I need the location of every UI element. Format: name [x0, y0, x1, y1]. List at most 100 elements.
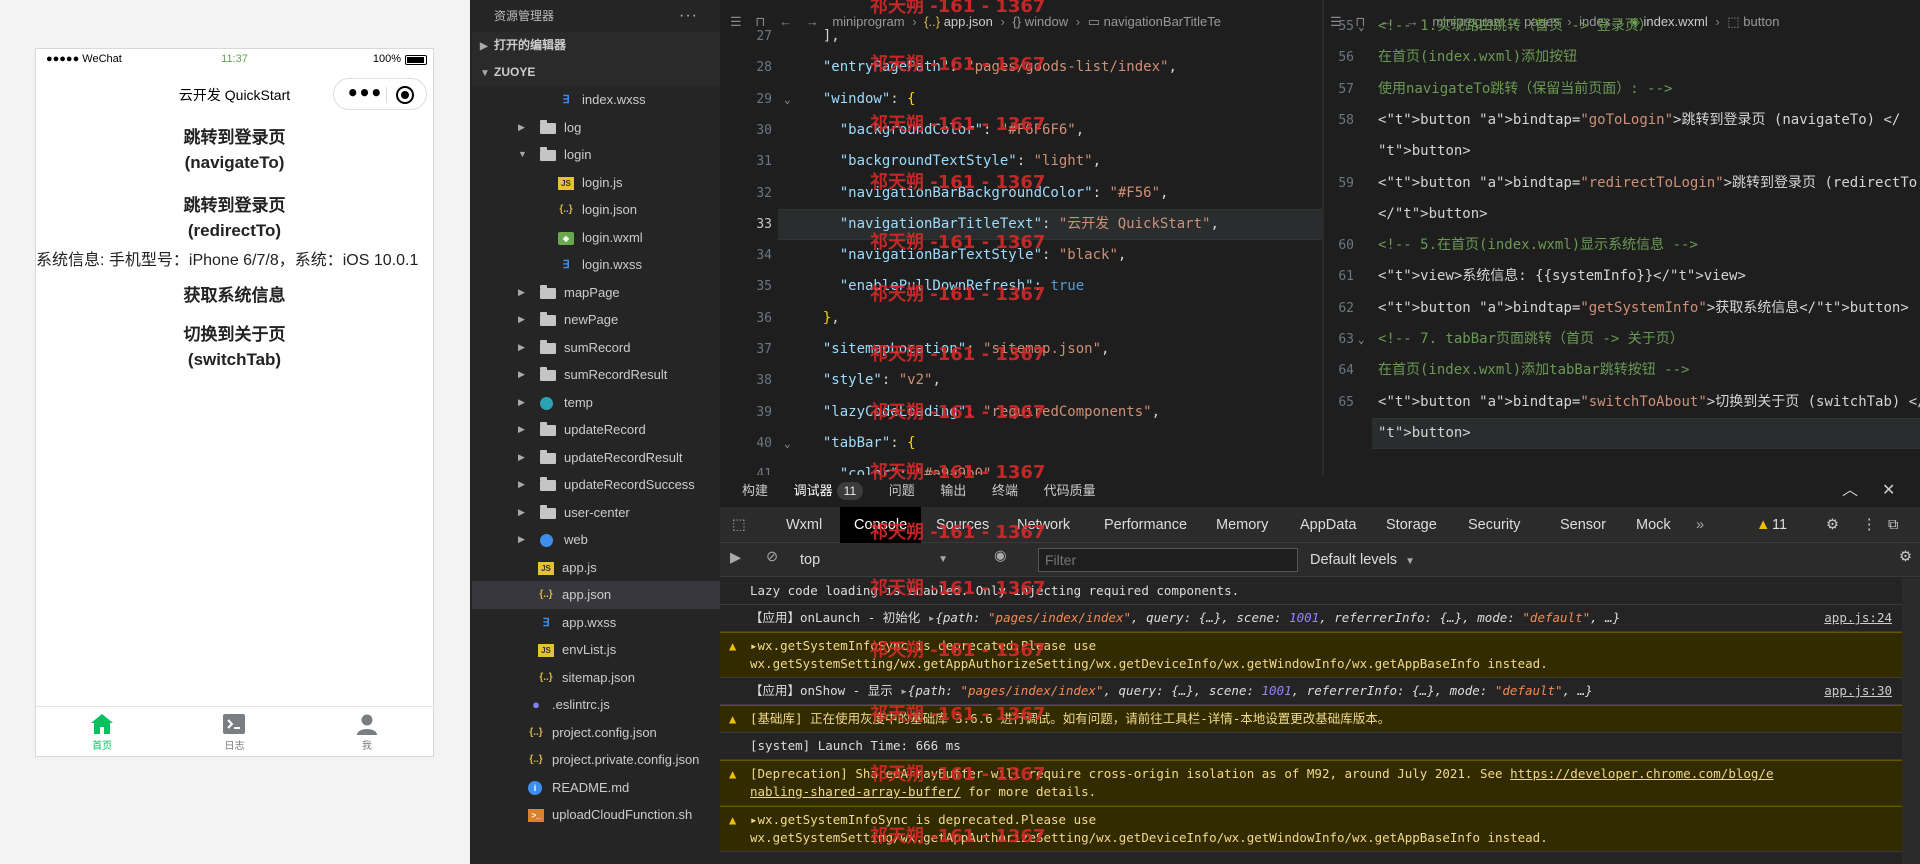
doc-link[interactable]: https://developer.chrome.com/blog/e	[1510, 766, 1773, 781]
gear-icon[interactable]: ⚙	[1826, 507, 1839, 543]
tree-item-project-private-config-json[interactable]: {..} project.private.config.json	[472, 746, 720, 774]
console-warning[interactable]: ▲ [Deprecation] SharedArrayBuffer will re…	[720, 760, 1902, 806]
source-link[interactable]: app.js:24	[1824, 609, 1892, 627]
tab-me[interactable]: 我	[301, 707, 433, 756]
tree-item-sumrecord[interactable]: ▶ sumRecord	[472, 334, 720, 362]
breadcrumb-item[interactable]: navigationBarTitleTe	[1104, 14, 1221, 29]
tree-item-app-js[interactable]: JS app.js	[472, 554, 720, 582]
tree-item-login-wxml[interactable]: ◈ login.wxml	[472, 224, 720, 252]
tab-wxml[interactable]: Wxml	[786, 507, 822, 543]
editor-index-wxml[interactable]: ☰ ⊓ ← → miniprogram › pages › index › ◈ …	[1324, 0, 1920, 475]
switch-to-about-button[interactable]: 切换到关于页 (switchTab)	[36, 322, 433, 372]
tree-item-index-wxss[interactable]: ∃ index.wxss	[472, 86, 720, 114]
doc-link[interactable]: nabling-shared-array-buffer/	[750, 784, 961, 799]
tab-mock[interactable]: Mock	[1636, 507, 1671, 543]
dock-icon[interactable]: ⧉	[1888, 507, 1898, 543]
breadcrumb-item[interactable]: index.wxml	[1643, 14, 1707, 29]
tree-item-newpage[interactable]: ▶ newPage	[472, 306, 720, 334]
fold-chevron-icon[interactable]: ⌄	[784, 437, 791, 450]
tree-item-sitemap-json[interactable]: {..} sitemap.json	[472, 664, 720, 692]
inspect-element-icon[interactable]: ⬚	[732, 507, 746, 543]
tab-log[interactable]: 日志	[168, 707, 300, 756]
console-message[interactable]: 【应用】onLaunch - 初始化 ▸{path: "pages/index/…	[720, 605, 1902, 632]
tree-item-sumrecordresult[interactable]: ▶ sumRecordResult	[472, 361, 720, 389]
console-warning[interactable]: ▲ ▸wx.getSystemInfoSync is deprecated.Ple…	[720, 806, 1902, 852]
console-output[interactable]: Lazy code loading is enabled. Only injec…	[720, 578, 1902, 864]
more-icon[interactable]: •••	[344, 83, 384, 103]
tree-item-updaterecordsuccess[interactable]: ▶ updateRecordSuccess	[472, 471, 720, 499]
breadcrumb-item[interactable]: app.json	[944, 14, 993, 29]
tab-code-quality[interactable]: 代码质量	[1044, 475, 1096, 507]
breadcrumb-item[interactable]: window	[1025, 14, 1068, 29]
tree-item-login-js[interactable]: JS login.js	[472, 169, 720, 197]
tab-problems[interactable]: 问题	[889, 475, 915, 507]
tree-item-login-wxss[interactable]: ∃ login.wxss	[472, 251, 720, 279]
warning-icon[interactable]: ▲	[1756, 507, 1770, 543]
tab-sensor[interactable]: Sensor	[1560, 507, 1606, 543]
tab-debugger[interactable]: 调试器 11	[794, 475, 864, 507]
breadcrumb-item[interactable]: miniprogram	[832, 14, 904, 29]
fold-chevron-icon[interactable]: ⌄	[1358, 333, 1365, 346]
tree-item-readme-md[interactable]: i README.md	[472, 774, 720, 802]
console-filter-input[interactable]	[1038, 548, 1298, 572]
object-preview[interactable]: {path: "pages/index/index", query: {…}, …	[935, 610, 1620, 625]
tree-item--eslintrc-js[interactable]: ● .eslintrc.js	[472, 691, 720, 719]
tree-item-temp[interactable]: ▶ temp	[472, 389, 720, 417]
object-preview[interactable]: {path: "pages/index/index", query: {…}, …	[908, 683, 1593, 698]
chevron-up-icon[interactable]: ︿	[1842, 475, 1858, 507]
tree-item-login-json[interactable]: {..} login.json	[472, 196, 720, 224]
tab-appdata[interactable]: AppData	[1300, 507, 1356, 543]
clear-console-icon[interactable]: ⊘	[766, 549, 778, 565]
tree-item-user-center[interactable]: ▶ user-center	[472, 499, 720, 527]
tab-home[interactable]: 首页	[36, 707, 168, 756]
tree-item-envlist-js[interactable]: JS envList.js	[472, 636, 720, 664]
get-system-info-button[interactable]: 获取系统信息	[36, 283, 433, 308]
kebab-menu-icon[interactable]: ⋮	[1862, 507, 1877, 543]
more-actions-icon[interactable]: ···	[679, 0, 698, 32]
open-editors-section[interactable]: ▶ 打开的编辑器	[472, 32, 720, 59]
close-icon[interactable]: ✕	[1882, 475, 1895, 507]
tab-console[interactable]: Console	[840, 507, 922, 543]
tab-build[interactable]: 构建	[742, 475, 768, 507]
log-levels-dropdown[interactable]: Default levels ▼	[1310, 548, 1415, 572]
tree-item-login[interactable]: ▼ login	[472, 141, 720, 169]
tab-sources[interactable]: Sources	[936, 507, 989, 543]
console-warning[interactable]: ▲ ▸wx.getSystemInfoSync is deprecated.Ple…	[720, 632, 1902, 678]
more-tabs-icon[interactable]: »	[1696, 507, 1704, 543]
close-miniprogram-icon[interactable]	[396, 86, 414, 104]
tree-item-log[interactable]: ▶ log	[472, 114, 720, 142]
sidebar-toggle-icon[interactable]: ▶	[730, 550, 741, 566]
tree-item-app-json[interactable]: {..} app.json	[472, 581, 720, 609]
tab-terminal[interactable]: 终端	[992, 475, 1018, 507]
workspace-root[interactable]: ▼ ZUOYE	[472, 59, 720, 86]
redirect-to-login-button[interactable]: 跳转到登录页 (redirectTo)	[36, 193, 433, 243]
breadcrumb-item[interactable]: button	[1743, 14, 1779, 29]
tab-memory[interactable]: Memory	[1216, 507, 1268, 543]
fold-chevron-icon[interactable]: ⌄	[1358, 20, 1365, 33]
source-link[interactable]: app.js:30	[1824, 682, 1892, 700]
fold-chevron-icon[interactable]: ⌄	[784, 93, 791, 106]
tab-storage[interactable]: Storage	[1386, 507, 1437, 543]
tab-network[interactable]: Network	[1017, 507, 1070, 543]
tree-item-project-config-json[interactable]: {..} project.config.json	[472, 719, 720, 747]
tab-security[interactable]: Security	[1468, 507, 1520, 543]
tab-output[interactable]: 输出	[940, 475, 966, 507]
eye-icon[interactable]: ◉	[994, 548, 1007, 564]
warning-count[interactable]: 11	[1772, 507, 1787, 543]
context-selector[interactable]: top ▼	[800, 548, 952, 572]
tree-item-app-wxss[interactable]: ∃ app.wxss	[472, 609, 720, 637]
tree-item-updaterecordresult[interactable]: ▶ updateRecordResult	[472, 444, 720, 472]
capsule-menu[interactable]: •••	[333, 78, 427, 110]
console-warning[interactable]: ▲ [基础库] 正在使用灰度中的基础库 3.6.6 进行调试。如有问题，请前往工具…	[720, 705, 1902, 733]
console-message[interactable]: Lazy code loading is enabled. Only injec…	[720, 578, 1902, 605]
navigate-to-login-button[interactable]: 跳转到登录页 (navigateTo)	[36, 125, 433, 175]
tree-item-mappage[interactable]: ▶ mapPage	[472, 279, 720, 307]
tree-item-web[interactable]: ▶ web	[472, 526, 720, 554]
tree-item-updaterecord[interactable]: ▶ updateRecord	[472, 416, 720, 444]
tab-performance[interactable]: Performance	[1104, 507, 1187, 543]
tree-item-uploadcloudfunction-sh[interactable]: >_ uploadCloudFunction.sh	[472, 801, 720, 829]
console-scrollbar[interactable]	[1902, 578, 1920, 864]
back-arrow-icon[interactable]: ←	[779, 0, 792, 44]
console-settings-icon[interactable]: ⚙	[1899, 549, 1912, 565]
console-message[interactable]: 【应用】onShow - 显示 ▸{path: "pages/index/ind…	[720, 678, 1902, 705]
